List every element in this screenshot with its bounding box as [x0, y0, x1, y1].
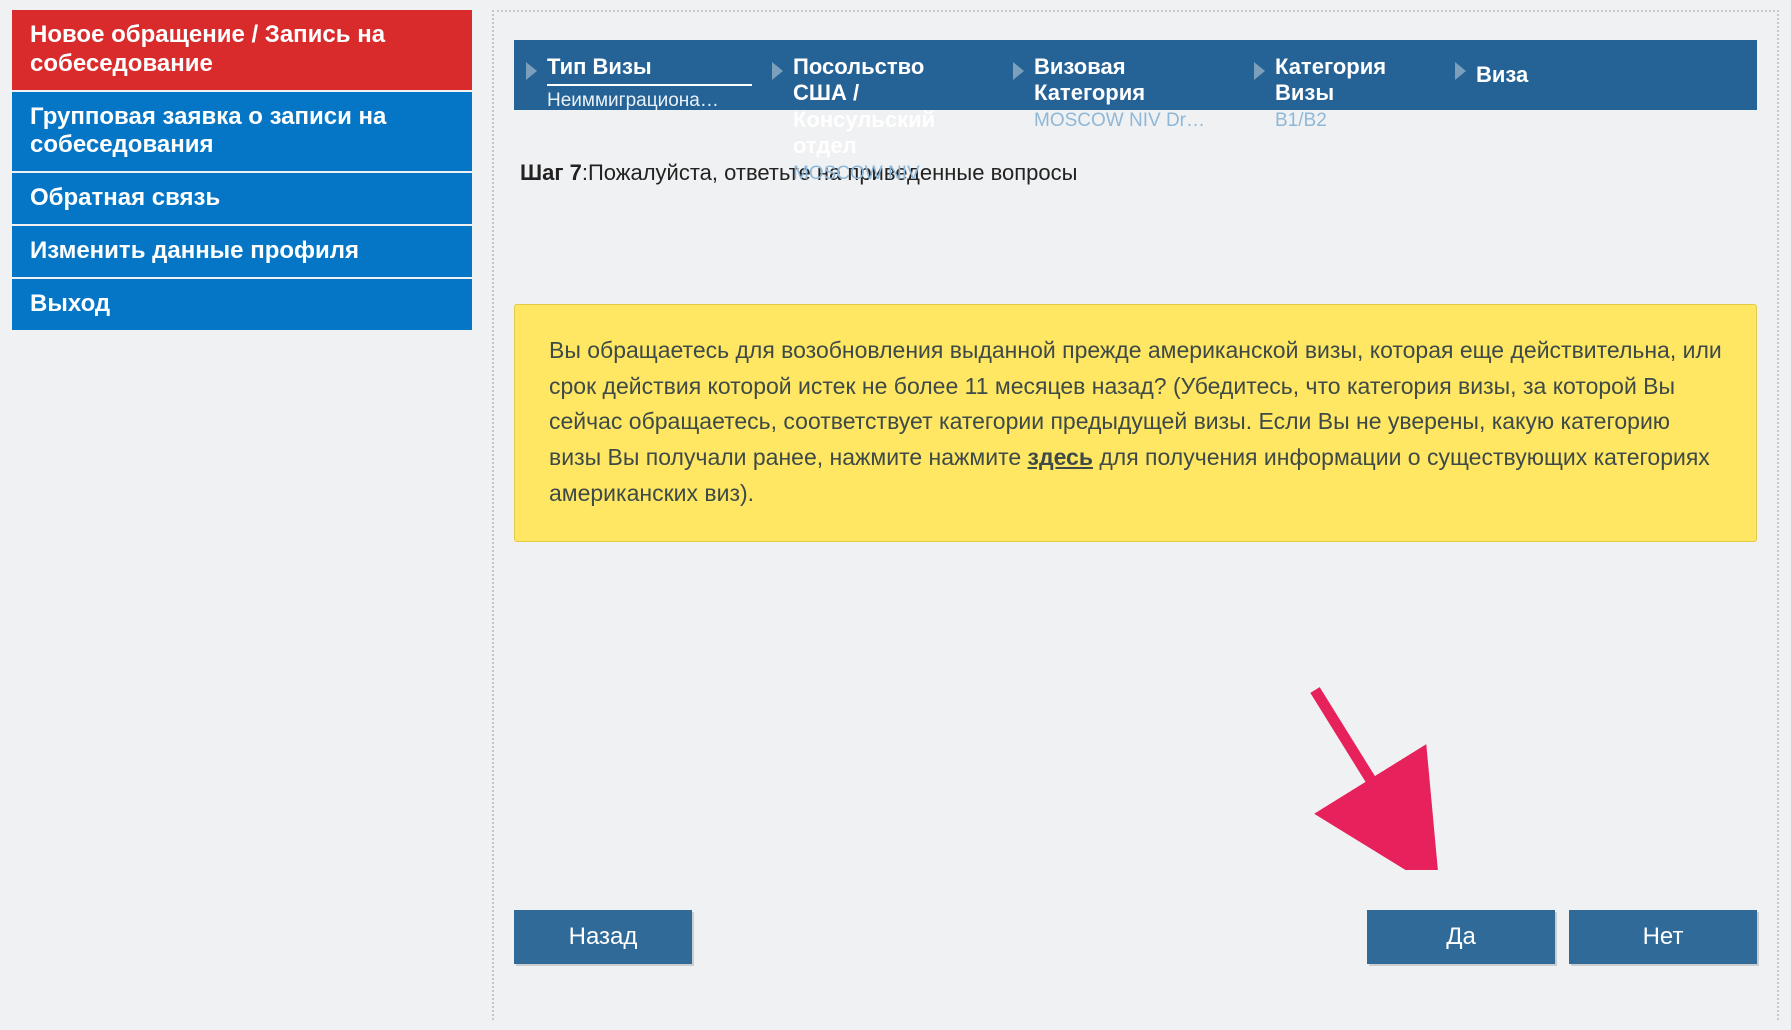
sidebar-item-new-request[interactable]: Новое обращение / Запись на собеседовани… [12, 10, 472, 92]
breadcrumb-title: Виза [1476, 62, 1528, 88]
sidebar-item-logout[interactable]: Выход [12, 279, 472, 332]
sidebar-item-feedback[interactable]: Обратная связь [12, 173, 472, 226]
breadcrumb-step-embassy[interactable]: Посольство США / Консульский отдел MOSCO… [760, 40, 1001, 185]
back-button[interactable]: Назад [514, 910, 692, 964]
button-row: Назад Да Нет [514, 910, 1757, 964]
breadcrumb-subtitle: MOSCOW NIV [793, 163, 973, 185]
sidebar-item-group-request[interactable]: Групповая заявка о записи на собеседован… [12, 92, 472, 174]
sidebar-item-edit-profile[interactable]: Изменить данные профиля [12, 226, 472, 279]
chevron-right-icon [772, 62, 783, 80]
breadcrumb-subtitle: Неиммиграциона… [547, 90, 727, 112]
breadcrumb-subtitle: MOSCOW NIV Dr… [1034, 110, 1214, 132]
chevron-right-icon [1254, 62, 1265, 80]
question-notice: Вы обращаетесь для возобновления выданно… [514, 304, 1757, 542]
chevron-right-icon [526, 62, 537, 80]
breadcrumb: Тип Визы Неиммиграциона… Посольство США … [514, 40, 1757, 110]
breadcrumb-title: Категория Визы [1275, 54, 1435, 107]
breadcrumb-subtitle: B1/B2 [1275, 110, 1435, 132]
step-heading: Шаг 7:Пожалуйста, ответьте на приведенны… [520, 160, 1757, 186]
no-button[interactable]: Нет [1569, 910, 1757, 964]
here-link[interactable]: здесь [1028, 444, 1093, 470]
breadcrumb-title: Визовая Категория [1034, 54, 1214, 107]
chevron-right-icon [1013, 62, 1024, 80]
breadcrumb-title: Посольство США / Консульский отдел [793, 54, 973, 160]
chevron-right-icon [1455, 62, 1466, 80]
breadcrumb-step-visa-subcategory[interactable]: Категория Визы B1/B2 [1242, 40, 1443, 132]
sidebar: Новое обращение / Запись на собеседовани… [12, 10, 472, 1020]
breadcrumb-step-visa[interactable]: Виза [1443, 40, 1536, 88]
main-panel: Тип Визы Неиммиграциона… Посольство США … [492, 10, 1779, 1020]
breadcrumb-title: Тип Визы [547, 54, 752, 80]
yes-button[interactable]: Да [1367, 910, 1555, 964]
breadcrumb-step-visa-type[interactable]: Тип Визы Неиммиграциона… [514, 40, 760, 112]
step-number: Шаг 7 [520, 160, 582, 185]
breadcrumb-step-visa-category[interactable]: Визовая Категория MOSCOW NIV Dr… [1001, 40, 1242, 132]
